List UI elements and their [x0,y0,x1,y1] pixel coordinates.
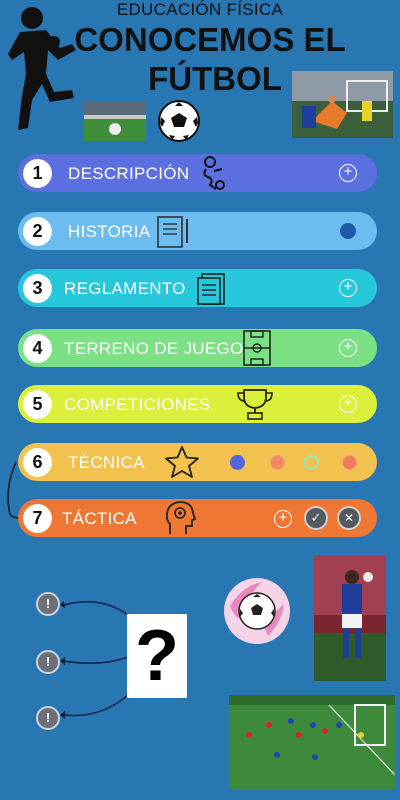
add-button[interactable]: + [274,510,292,528]
menu-item-terreno-de-juego[interactable]: 4 TERRENO DE JUEGO + [18,329,377,367]
menu-item-descripcion[interactable]: 1 DESCRIPCIÓN + [18,154,377,192]
expand-button[interactable]: + [339,279,357,297]
item-label: REGLAMENTO [64,279,186,298]
alert-icon-2[interactable]: ! [36,650,60,674]
technique-dot-3[interactable] [304,455,319,470]
menu-item-tactica[interactable]: 7 TÁCTICA + ✓ ✕ [18,499,377,537]
item-number: 4 [23,334,52,363]
item-label: DESCRIPCIÓN [68,164,190,183]
trophy-icon [237,389,273,420]
match-corner-photo [229,695,395,790]
item-number: 2 [23,217,52,246]
football-field-icon [243,330,271,366]
item-label: HISTORIA [68,222,151,241]
expand-button[interactable]: + [339,339,357,357]
history-book-icon [157,216,188,248]
goalkeeper-save-photo [292,71,393,138]
tactical-head-icon [165,501,196,534]
technique-dot-4[interactable] [342,455,357,470]
question-connectors [60,600,129,719]
status-dot[interactable] [340,223,356,239]
alert-icon-1[interactable]: ! [36,592,60,616]
question-card: ? [127,614,187,698]
course-subtitle: EDUCACIÓN FÍSICA [116,0,284,19]
technique-dot-1[interactable] [230,455,245,470]
item-label: TERRENO DE JUEGO [64,339,244,358]
menu-item-historia[interactable]: 2 HISTORIA [18,212,377,250]
rules-document-icon [197,273,225,305]
menu-item-reglamento[interactable]: 3 REGLAMENTO + [18,269,377,307]
item-number: 5 [23,390,52,419]
player-dribbling-photo [314,555,386,681]
star-icon [165,446,199,478]
item-label: COMPETICIONES [64,395,211,414]
pink-soccer-ball-icon [224,578,290,644]
page-title-line1: CONOCEMOS EL [74,21,346,58]
menu-item-competiciones[interactable]: 5 COMPETICIONES + [18,385,377,423]
item-number: 7 [23,504,52,533]
juggling-player-icon [203,156,225,190]
soccer-ball-icon [158,100,200,142]
item-label: TÉCNICA [68,453,145,472]
question-mark: ? [135,616,179,696]
item-number: 3 [23,274,52,303]
page-title-line2: FÚTBOL [148,60,282,97]
alert-icon-3[interactable]: ! [36,706,60,730]
confirm-button[interactable]: ✓ [304,506,328,530]
expand-button[interactable]: + [339,164,357,182]
item-label: TÁCTICA [62,509,137,528]
expand-button[interactable]: + [339,395,357,413]
item-number: 1 [23,159,52,188]
menu-item-tecnica[interactable]: 6 TÉCNICA [18,443,377,481]
technique-dot-2[interactable] [270,455,285,470]
close-button[interactable]: ✕ [337,506,361,530]
stadium-photo [84,101,146,141]
